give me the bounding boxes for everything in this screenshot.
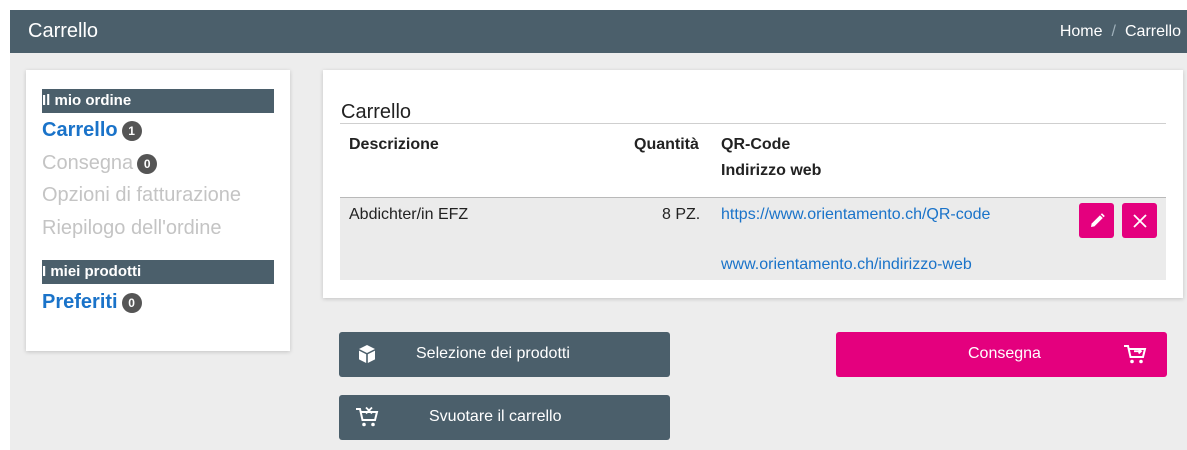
breadcrumb: Home / Carrello — [1060, 23, 1181, 41]
sidebar-item-label: Preferiti — [42, 291, 118, 313]
edit-item-button[interactable] — [1079, 203, 1114, 238]
cart-table: Descrizione Quantità QR-Code Indirizzo w… — [340, 123, 1166, 280]
products-section-heading: I miei prodotti — [42, 260, 274, 284]
checkout-label: Consegna — [968, 345, 1041, 362]
remove-item-button[interactable] — [1122, 203, 1157, 238]
sidebar-item-order-summary: Riepilogo dell'ordine — [42, 217, 222, 240]
table-row: Abdichter/in EFZ 8 PZ. https://www.orien… — [340, 197, 1166, 280]
sidebar-item-label: Riepilogo dell'ordine — [42, 217, 222, 239]
web-address-link[interactable]: www.orientamento.ch/indirizzo-web — [721, 256, 972, 274]
favorites-count-badge: 0 — [121, 292, 142, 313]
sidebar-item-favorites[interactable]: Preferiti 0 — [42, 291, 142, 314]
empty-cart-icon — [355, 405, 379, 429]
cart-title: Carrello — [341, 101, 412, 123]
empty-cart-button[interactable]: Svuotare il carrello — [339, 395, 670, 440]
close-icon — [1132, 213, 1147, 228]
breadcrumb-separator: / — [1111, 22, 1116, 40]
page-title: Carrello — [28, 20, 99, 42]
item-description: Abdichter/in EFZ — [349, 206, 469, 223]
table-header: Descrizione Quantità QR-Code Indirizzo w… — [340, 123, 1166, 197]
breadcrumb-home[interactable]: Home — [1060, 23, 1103, 41]
checkout-button[interactable]: Consegna — [836, 332, 1167, 377]
sidebar-item-label: Consegna — [42, 152, 134, 174]
empty-cart-label: Svuotare il carrello — [429, 408, 562, 425]
qr-code-link[interactable]: https://www.orientamento.ch/QR-code — [721, 206, 990, 224]
order-sidebar: Il mio ordine Carrello 1 Consegna 0 Opzi… — [26, 70, 290, 351]
cart-count-badge: 1 — [121, 120, 142, 141]
column-header-web-address: Indirizzo web — [721, 162, 822, 179]
select-products-button[interactable]: Selezione dei prodotti — [339, 332, 670, 377]
sidebar-item-label: Opzioni di fatturazione — [42, 184, 242, 206]
item-quantity: 8 PZ. — [662, 206, 701, 223]
column-header-description: Descrizione — [349, 136, 439, 153]
select-products-label: Selezione dei prodotti — [416, 345, 570, 362]
sidebar-item-billing-options: Opzioni di fatturazione — [42, 184, 241, 207]
order-section-heading: Il mio ordine — [42, 89, 274, 113]
column-header-quantity: Quantità — [634, 136, 699, 153]
pencil-icon — [1090, 212, 1105, 227]
cart-panel: Carrello Descrizione Quantità QR-Code In… — [323, 70, 1183, 298]
sidebar-item-label: Carrello — [42, 119, 118, 141]
top-bar: Carrello Home / Carrello — [10, 10, 1187, 53]
sidebar-item-cart[interactable]: Carrello 1 — [42, 119, 142, 142]
page: Carrello Home / Carrello Il mio ordine C… — [10, 10, 1187, 450]
box-icon — [355, 342, 379, 366]
column-header-qr-code: QR-Code — [721, 136, 791, 153]
cart-arrow-icon — [1122, 342, 1148, 366]
delivery-count-badge: 0 — [137, 153, 158, 174]
sidebar-item-delivery: Consegna 0 — [42, 152, 158, 175]
breadcrumb-current: Carrello — [1124, 22, 1181, 40]
